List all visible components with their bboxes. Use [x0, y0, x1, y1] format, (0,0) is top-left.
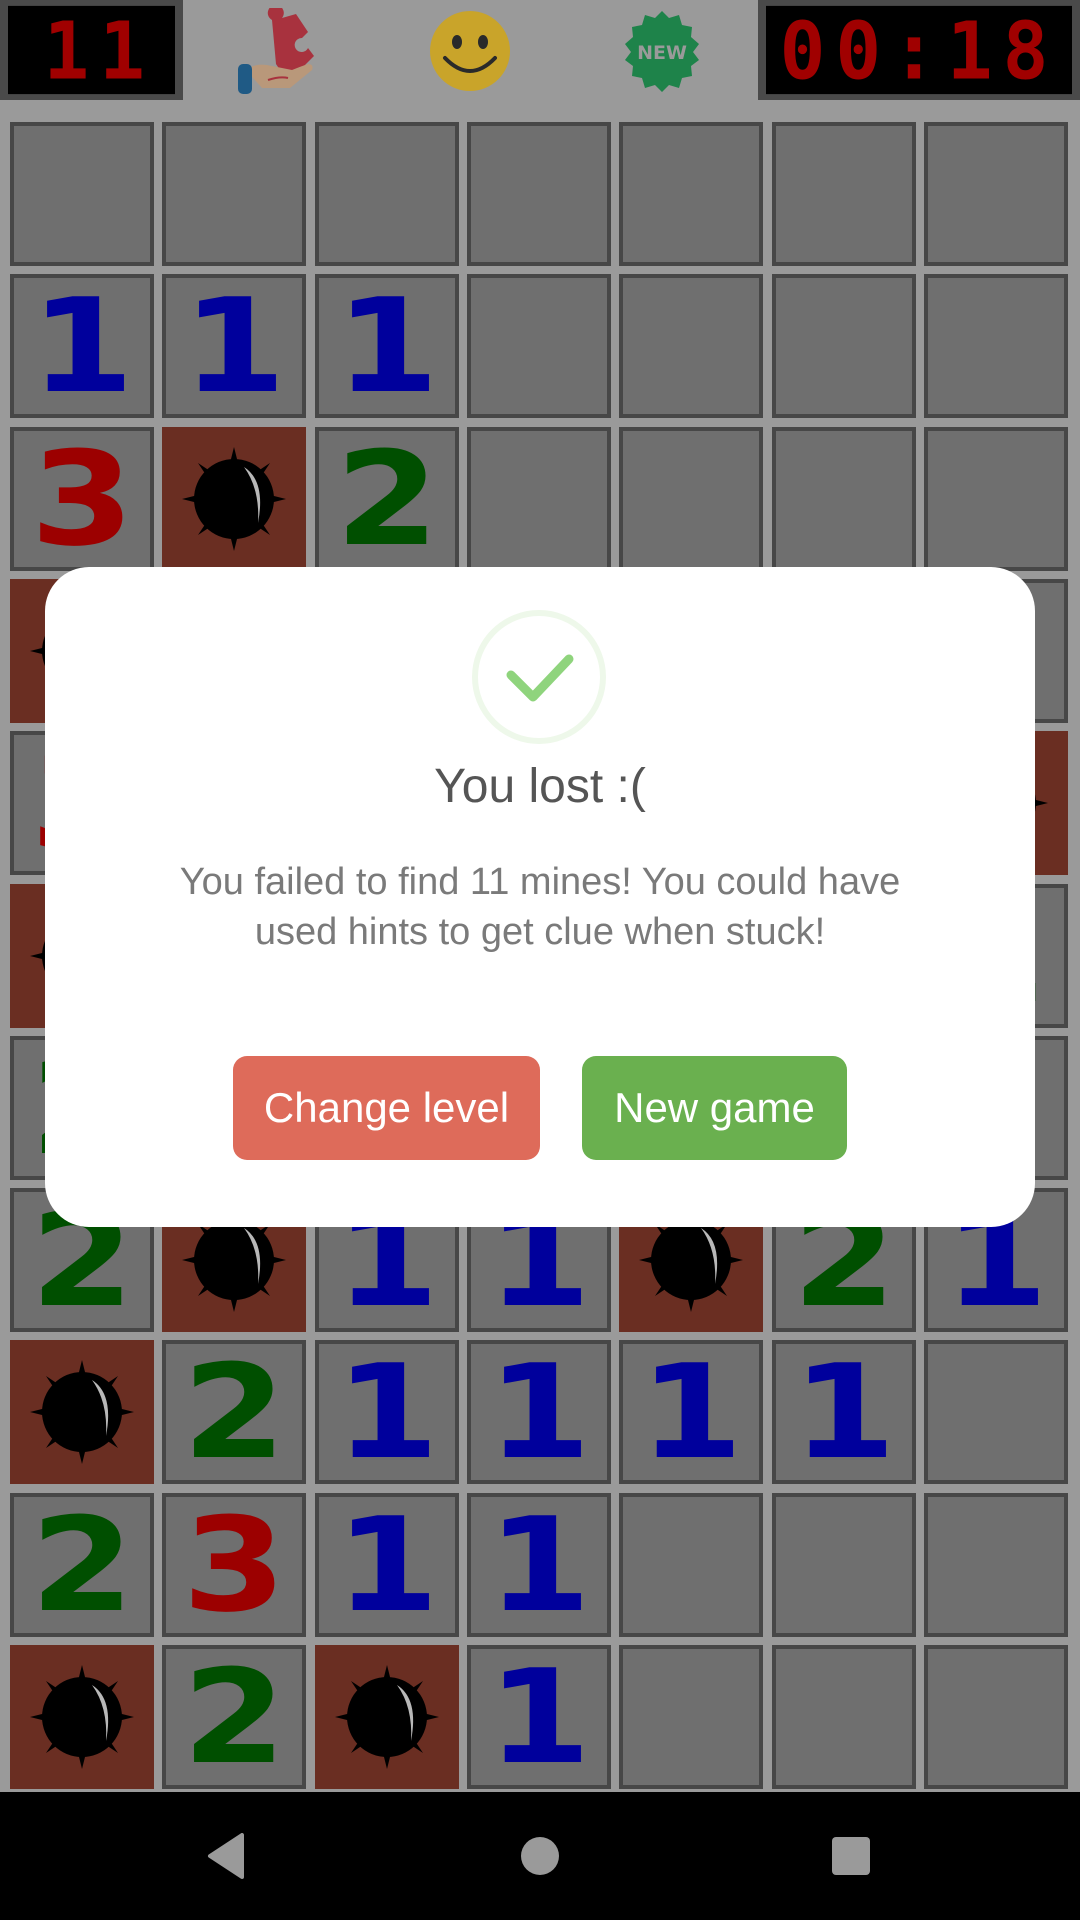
mine-counter: 11 [0, 0, 183, 100]
new-game-button[interactable]: New game [582, 1056, 847, 1160]
cell-empty[interactable] [924, 274, 1068, 418]
system-nav-bar [0, 1792, 1080, 1920]
cell-number-label: 2 [334, 423, 440, 575]
cell-empty[interactable] [619, 274, 763, 418]
cell-mine[interactable] [10, 1340, 154, 1484]
cell-number[interactable]: 1 [315, 1340, 459, 1484]
face-button[interactable] [425, 8, 515, 94]
cell-number-label: 1 [486, 1489, 592, 1641]
cell-empty[interactable] [924, 1645, 1068, 1789]
mine-icon [182, 447, 286, 551]
cell-number-label: 1 [181, 270, 287, 422]
cell-number[interactable]: 1 [10, 274, 154, 418]
cell-empty[interactable] [772, 1493, 916, 1637]
cell-number[interactable]: 3 [162, 1493, 306, 1637]
cell-number-label: 1 [334, 1336, 440, 1488]
cell-number-label: 1 [791, 1336, 897, 1488]
cell-empty[interactable] [924, 1493, 1068, 1637]
cell-empty[interactable] [619, 427, 763, 571]
cell-number[interactable]: 1 [315, 274, 459, 418]
new-badge-icon: NEW [625, 11, 699, 92]
nav-back-button[interactable] [196, 1826, 256, 1886]
dialog-title: You lost :( [434, 760, 646, 813]
cell-mine[interactable] [10, 1645, 154, 1789]
cell-number[interactable]: 1 [467, 1340, 611, 1484]
cell-number[interactable]: 1 [467, 1645, 611, 1789]
cell-number[interactable]: 1 [162, 274, 306, 418]
checkmark-circle-icon [472, 610, 606, 744]
new-game-header-button[interactable]: NEW [617, 8, 707, 94]
smiley-face-icon [430, 11, 510, 91]
back-icon [208, 1833, 244, 1879]
hint-button[interactable] [232, 4, 322, 94]
cell-number[interactable]: 2 [162, 1645, 306, 1789]
cell-number-label: 1 [334, 1489, 440, 1641]
cell-number[interactable]: 1 [619, 1340, 763, 1484]
cell-empty[interactable] [619, 122, 763, 266]
cell-empty[interactable] [924, 427, 1068, 571]
nav-home-button[interactable] [510, 1826, 570, 1886]
cell-empty[interactable] [619, 1645, 763, 1789]
game-over-dialog: You lost :( You failed to find 11 mines!… [45, 567, 1035, 1227]
home-icon [521, 1837, 559, 1875]
cell-number[interactable]: 1 [467, 1493, 611, 1637]
change-level-button[interactable]: Change level [233, 1056, 540, 1160]
cell-empty[interactable] [924, 1340, 1068, 1484]
cell-number-label: 2 [181, 1641, 287, 1793]
cell-empty[interactable] [924, 122, 1068, 266]
hint-puzzle-hand-icon [238, 4, 314, 94]
cell-empty[interactable] [10, 122, 154, 266]
cell-number-label: 1 [334, 270, 440, 422]
mine-icon [335, 1665, 439, 1769]
cell-empty[interactable] [162, 122, 306, 266]
cell-number-label: 3 [29, 423, 135, 575]
cell-empty[interactable] [619, 1493, 763, 1637]
mine-icon [30, 1360, 134, 1464]
cell-number-label: 2 [181, 1336, 287, 1488]
cell-mine[interactable] [315, 1645, 459, 1789]
cell-empty[interactable] [315, 122, 459, 266]
cell-number[interactable]: 2 [162, 1340, 306, 1484]
timer: 00:18 [758, 0, 1080, 100]
cell-number[interactable]: 1 [315, 1493, 459, 1637]
cell-number-label: 3 [181, 1489, 287, 1641]
timer-value: 00:18 [766, 3, 1072, 97]
cell-number[interactable]: 2 [10, 1493, 154, 1637]
mine-counter-value: 11 [8, 3, 175, 97]
dialog-message: You failed to find 11 mines! You could h… [179, 861, 901, 953]
cell-empty[interactable] [772, 274, 916, 418]
game-header: 11 NEW 00:18 [0, 0, 1080, 100]
cell-number-label: 1 [486, 1336, 592, 1488]
cell-number[interactable]: 3 [10, 427, 154, 571]
cell-empty[interactable] [772, 122, 916, 266]
cell-empty[interactable] [467, 274, 611, 418]
cell-empty[interactable] [772, 427, 916, 571]
cell-number-label: 2 [29, 1489, 135, 1641]
nav-recents-button[interactable] [821, 1826, 881, 1886]
mine-icon [30, 1665, 134, 1769]
new-badge-text: NEW [637, 42, 687, 64]
cell-empty[interactable] [467, 122, 611, 266]
recents-icon [832, 1837, 870, 1875]
cell-number[interactable]: 2 [315, 427, 459, 571]
cell-number-label: 1 [638, 1336, 744, 1488]
cell-number[interactable]: 1 [772, 1340, 916, 1484]
cell-empty[interactable] [467, 427, 611, 571]
cell-number-label: 1 [29, 270, 135, 422]
cell-empty[interactable] [772, 1645, 916, 1789]
cell-number-label: 1 [486, 1641, 592, 1793]
cell-mine[interactable] [162, 427, 306, 571]
